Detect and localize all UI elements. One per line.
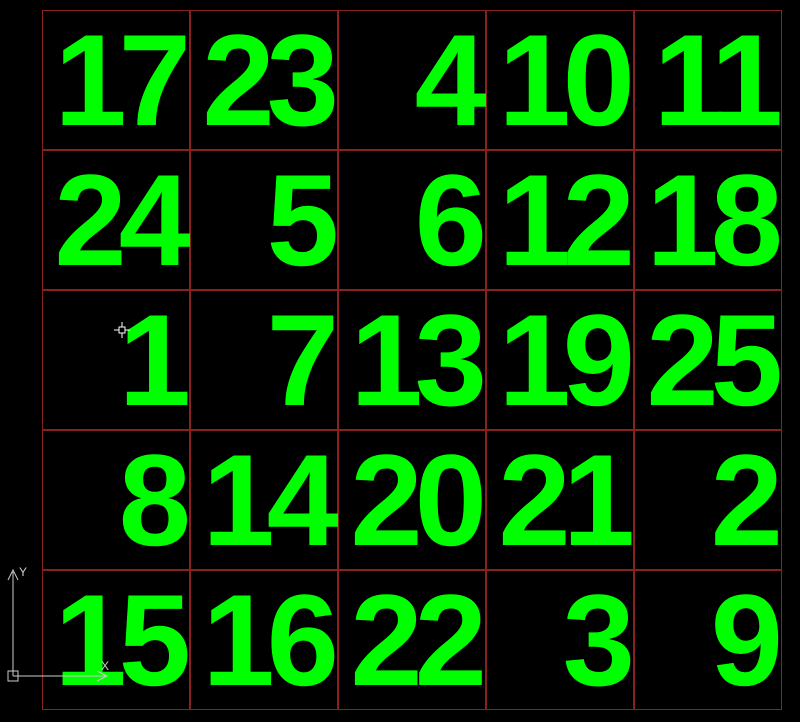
cell-value: 12 bbox=[498, 155, 627, 285]
ucs-x-label: X bbox=[101, 659, 109, 673]
cell-3-0: 8 bbox=[42, 430, 190, 570]
cell-value: 6 bbox=[415, 155, 479, 285]
cell-value: 18 bbox=[646, 155, 775, 285]
cell-2-4: 25 bbox=[634, 290, 782, 430]
cell-3-4: 2 bbox=[634, 430, 782, 570]
cell-1-0: 24 bbox=[42, 150, 190, 290]
cell-value: 24 bbox=[54, 155, 183, 285]
cell-value: 22 bbox=[350, 575, 479, 705]
cell-2-1: 7 bbox=[190, 290, 338, 430]
cell-value: 25 bbox=[646, 295, 775, 425]
cell-1-4: 18 bbox=[634, 150, 782, 290]
cell-value: 7 bbox=[267, 295, 331, 425]
cell-3-1: 14 bbox=[190, 430, 338, 570]
cell-1-2: 6 bbox=[338, 150, 486, 290]
cell-3-2: 20 bbox=[338, 430, 486, 570]
cell-2-3: 19 bbox=[486, 290, 634, 430]
cell-value: 14 bbox=[202, 435, 331, 565]
cell-value: 17 bbox=[54, 15, 183, 145]
cell-value: 13 bbox=[350, 295, 479, 425]
cell-value: 9 bbox=[711, 575, 775, 705]
cell-0-2: 4 bbox=[338, 10, 486, 150]
cell-0-3: 10 bbox=[486, 10, 634, 150]
cell-0-0: 17 bbox=[42, 10, 190, 150]
cell-value: 5 bbox=[267, 155, 331, 285]
cell-0-4: 11 bbox=[634, 10, 782, 150]
magic-square-grid: 17 23 4 10 11 24 5 6 12 18 1 7 13 19 25 … bbox=[42, 10, 782, 710]
cell-value: 4 bbox=[415, 15, 479, 145]
cell-value: 21 bbox=[498, 435, 627, 565]
cell-value: 11 bbox=[654, 15, 775, 145]
ucs-axis-icon: Y X bbox=[5, 564, 115, 684]
cell-4-1: 16 bbox=[190, 570, 338, 710]
cell-value: 2 bbox=[711, 435, 775, 565]
cell-value: 19 bbox=[498, 295, 627, 425]
cell-2-0: 1 bbox=[42, 290, 190, 430]
cell-value: 10 bbox=[498, 15, 627, 145]
cell-1-1: 5 bbox=[190, 150, 338, 290]
cell-1-3: 12 bbox=[486, 150, 634, 290]
cell-3-3: 21 bbox=[486, 430, 634, 570]
cell-value: 8 bbox=[119, 435, 183, 565]
cell-value: 16 bbox=[202, 575, 331, 705]
cell-value: 1 bbox=[119, 295, 183, 425]
cell-2-2: 13 bbox=[338, 290, 486, 430]
cell-value: 23 bbox=[202, 15, 331, 145]
cell-0-1: 23 bbox=[190, 10, 338, 150]
cell-4-4: 9 bbox=[634, 570, 782, 710]
cell-4-3: 3 bbox=[486, 570, 634, 710]
cell-value: 3 bbox=[563, 575, 627, 705]
cell-4-2: 22 bbox=[338, 570, 486, 710]
cell-value: 20 bbox=[350, 435, 479, 565]
ucs-y-label: Y bbox=[19, 565, 27, 579]
